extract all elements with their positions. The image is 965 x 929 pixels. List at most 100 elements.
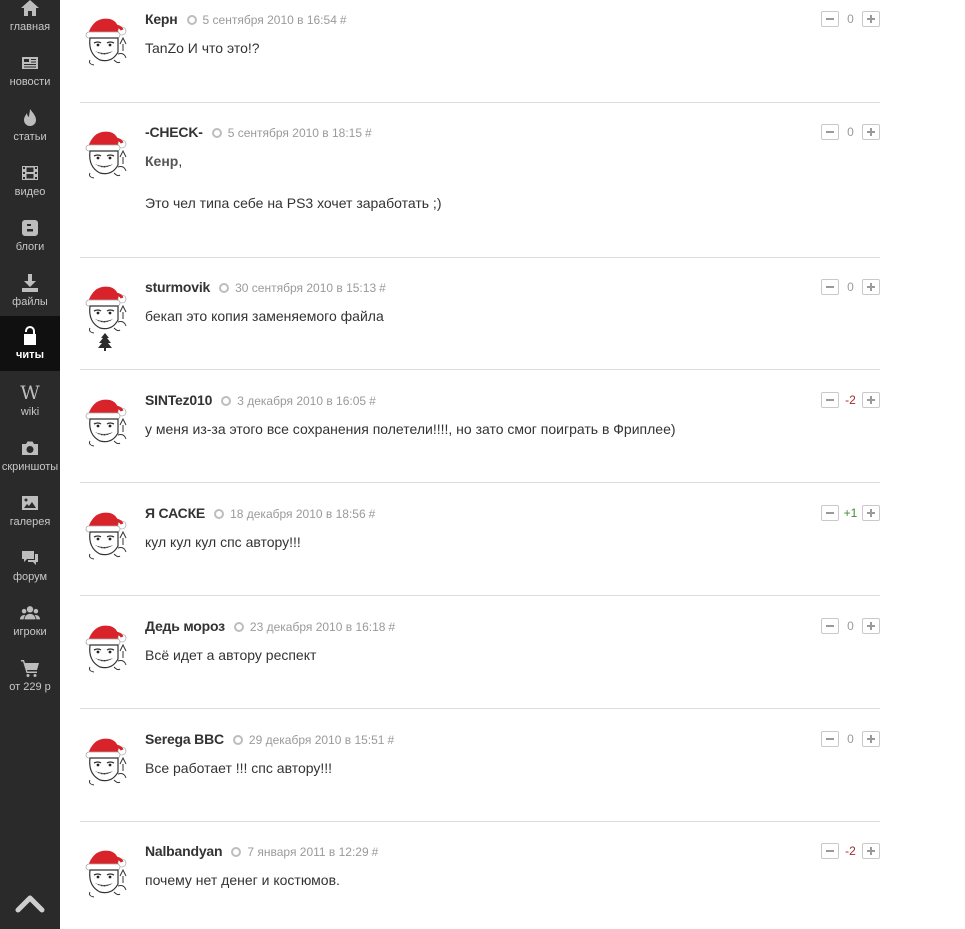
sidebar-item-label: статьи <box>13 131 47 143</box>
vote-controls: 0 <box>821 123 880 141</box>
permalink-hash[interactable]: # <box>379 281 386 295</box>
comment-author[interactable]: Я САСКЕ <box>145 505 205 521</box>
vote-controls: -2 <box>821 391 880 409</box>
status-dot-icon <box>186 15 197 25</box>
comment-date[interactable]: 7 января 2011 в 12:29 <box>247 845 368 859</box>
sidebar-item-video[interactable]: видео <box>0 157 60 212</box>
comment-author[interactable]: Serega BBC <box>145 731 224 747</box>
comment-divider <box>80 369 880 370</box>
scroll-to-top-button[interactable] <box>14 890 46 918</box>
film-icon <box>0 161 60 185</box>
sidebar-item-label: wiki <box>20 406 40 418</box>
permalink-hash[interactable]: # <box>365 126 372 140</box>
comment-divider <box>80 102 880 103</box>
sidebar-item-forum[interactable]: форум <box>0 542 60 597</box>
avatar[interactable] <box>80 127 132 180</box>
comment-date[interactable]: 5 сентября 2010 в 18:15 <box>228 126 362 140</box>
picture-icon <box>0 491 60 515</box>
vote-up-button[interactable] <box>862 279 880 295</box>
comment-date[interactable]: 3 декабря 2010 в 16:05 <box>237 394 366 408</box>
sidebar-item-files[interactable]: файлы <box>0 267 60 322</box>
comment-date[interactable]: 29 декабря 2010 в 15:51 <box>249 733 385 747</box>
comment-mention[interactable]: Кенр <box>145 153 178 169</box>
comment-item: Я САСКЕ 18 декабря 2010 в 18:56 # кул кул … <box>80 504 880 596</box>
comment-author[interactable]: Nalbandyan <box>145 843 223 859</box>
status-dot-icon <box>211 128 222 138</box>
vote-up-button[interactable] <box>862 505 880 521</box>
news-icon <box>0 51 60 75</box>
comment-author[interactable]: SINTez010 <box>145 392 212 408</box>
home-icon <box>0 0 60 20</box>
vote-down-button[interactable] <box>821 843 839 859</box>
mention-suffix: , <box>178 153 183 169</box>
comment-author[interactable]: Дедь мороз <box>145 618 225 634</box>
permalink-hash[interactable]: # <box>369 394 376 408</box>
vote-down-button[interactable] <box>821 392 839 408</box>
sidebar-item-label: главная <box>9 21 51 33</box>
sidebar-item-label: читы <box>16 349 44 361</box>
vote-down-button[interactable] <box>821 731 839 747</box>
sidebar-item-cheats[interactable]: читы <box>0 316 60 371</box>
vote-up-button[interactable] <box>862 11 880 27</box>
avatar[interactable] <box>80 846 132 899</box>
sidebar-item-shop[interactable]: от 229 р <box>0 652 60 707</box>
permalink-hash[interactable]: # <box>372 845 379 859</box>
avatar[interactable] <box>80 14 132 67</box>
comment-header: SINTez010 3 декабря 2010 в 16:05 # <box>145 391 376 409</box>
status-dot-icon <box>231 847 242 857</box>
vote-down-button[interactable] <box>821 124 839 140</box>
comment-divider <box>80 482 880 483</box>
status-dot-icon <box>233 622 244 632</box>
comment-divider <box>80 257 880 258</box>
vote-up-button[interactable] <box>862 392 880 408</box>
comment-text: кул кул кул спс автору!!! <box>145 534 301 550</box>
vote-up-button[interactable] <box>862 124 880 140</box>
sidebar-item-wiki[interactable]: W wiki <box>0 377 60 432</box>
vote-up-button[interactable] <box>862 618 880 634</box>
sidebar-item-news[interactable]: новости <box>0 47 60 102</box>
sidebar-item-screenshots[interactable]: скриншоты <box>0 432 60 487</box>
comment-date[interactable]: 5 сентября 2010 в 16:54 <box>203 13 337 27</box>
sidebar-item-blogs[interactable]: блоги <box>0 212 60 267</box>
sidebar-item-articles[interactable]: статьи <box>0 102 60 157</box>
vote-score: -2 <box>845 393 856 407</box>
sidebar-item-gallery[interactable]: галерея <box>0 487 60 542</box>
comment-author[interactable]: sturmovik <box>145 279 210 295</box>
comment-date[interactable]: 23 декабря 2010 в 16:18 <box>250 620 386 634</box>
comment-divider <box>80 708 880 709</box>
sidebar-item-label: скриншоты <box>1 461 59 473</box>
avatar[interactable] <box>80 734 132 787</box>
avatar[interactable] <box>80 508 132 561</box>
vote-down-button[interactable] <box>821 618 839 634</box>
chevron-up-icon <box>15 895 45 913</box>
avatar[interactable] <box>80 282 132 335</box>
permalink-hash[interactable]: # <box>340 13 347 27</box>
vote-down-button[interactable] <box>821 11 839 27</box>
vote-down-button[interactable] <box>821 279 839 295</box>
status-dot-icon <box>221 396 232 406</box>
avatar[interactable] <box>80 395 132 448</box>
comment-text: TanZo И что это!? <box>145 40 260 56</box>
camera-icon <box>0 436 60 460</box>
avatar[interactable] <box>80 621 132 674</box>
comment-author[interactable]: -CHECK- <box>145 124 203 140</box>
comment-author[interactable]: Керн <box>145 11 178 27</box>
blogger-icon <box>0 216 60 240</box>
permalink-hash[interactable]: # <box>388 620 395 634</box>
permalink-hash[interactable]: # <box>387 733 394 747</box>
comment-item: Керн 5 сентября 2010 в 16:54 # TanZo И что… <box>80 10 880 103</box>
cart-icon <box>0 656 60 680</box>
sidebar-item-home[interactable]: главная <box>0 0 60 47</box>
comment-date[interactable]: 18 декабря 2010 в 18:56 <box>230 507 366 521</box>
vote-score: 0 <box>847 280 854 294</box>
sidebar-item-players[interactable]: игроки <box>0 597 60 652</box>
status-dot-icon <box>232 735 243 745</box>
vote-up-button[interactable] <box>862 843 880 859</box>
permalink-hash[interactable]: # <box>369 507 376 521</box>
comment-text: почему нет денег и костюмов. <box>145 872 340 888</box>
vote-down-button[interactable] <box>821 505 839 521</box>
vote-score: -2 <box>845 844 856 858</box>
vote-up-button[interactable] <box>862 731 880 747</box>
comment-divider <box>80 595 880 596</box>
comment-date[interactable]: 30 сентября 2010 в 15:13 <box>235 281 376 295</box>
